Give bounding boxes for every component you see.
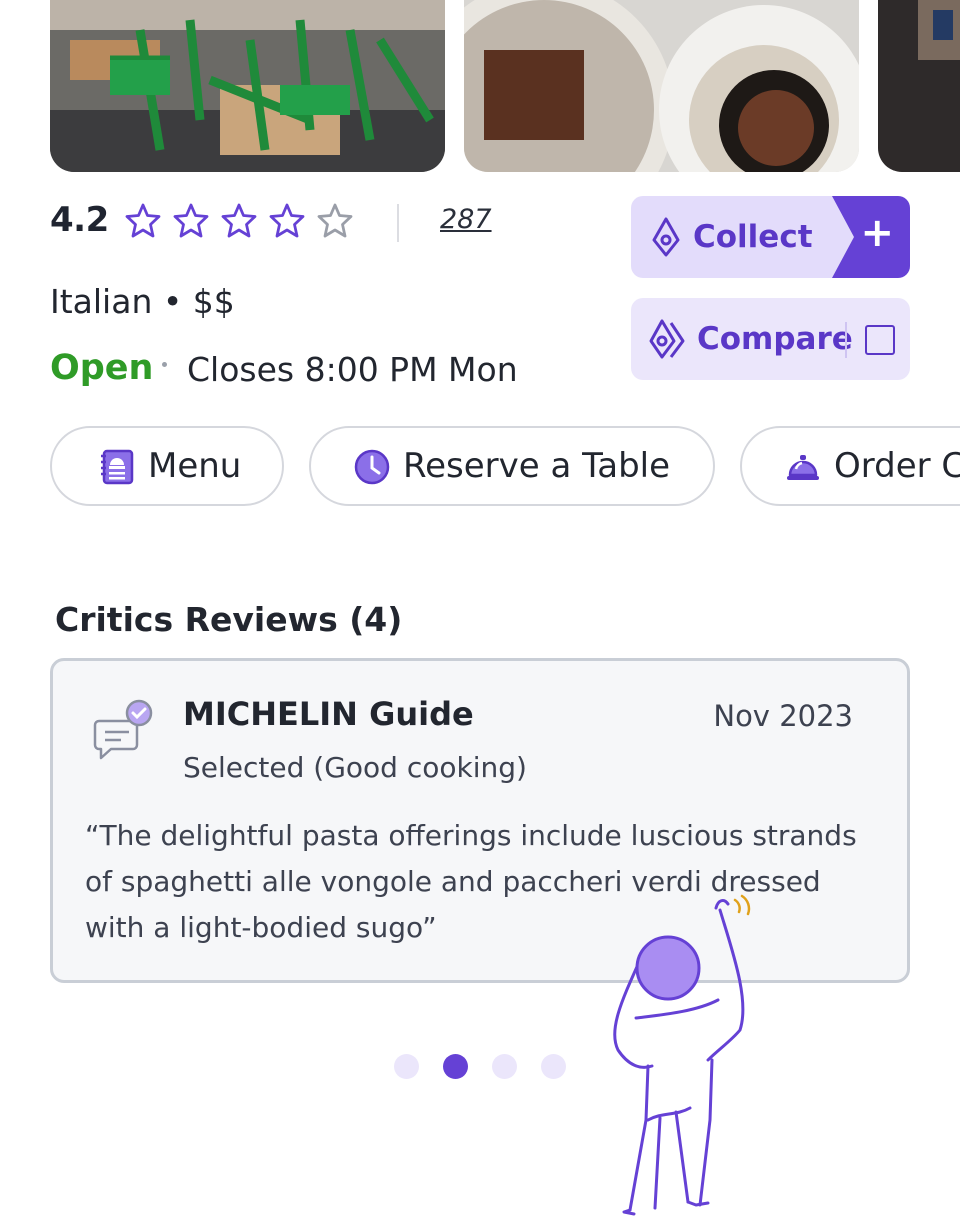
carousel-pager <box>394 1054 566 1079</box>
open-status: Open <box>50 348 154 388</box>
review-count-link[interactable]: 287 <box>440 204 492 235</box>
separator-dot <box>162 362 167 367</box>
rating-stars <box>124 202 354 240</box>
clock-icon <box>354 449 390 485</box>
compare-divider <box>845 322 847 358</box>
menu-icon <box>101 449 134 485</box>
photo-restaurant-interior[interactable] <box>50 0 445 172</box>
pill-label: Order C <box>834 446 960 486</box>
photo-dessert[interactable] <box>464 0 859 172</box>
divider <box>397 204 399 242</box>
critic-review-card[interactable]: MICHELIN Guide Nov 2023 Selected (Good c… <box>50 658 910 983</box>
photo-image <box>878 0 960 172</box>
collect-button[interactable]: Collect + <box>631 196 910 278</box>
pill-label: Menu <box>148 446 242 486</box>
menu-button[interactable]: Menu <box>50 426 284 506</box>
compare-button[interactable]: Compare <box>631 298 910 380</box>
plus-icon: + <box>860 210 894 256</box>
closing-time: Closes 8:00 PM Mon <box>187 350 518 389</box>
pager-dot-active[interactable] <box>443 1054 468 1079</box>
critic-award: Selected (Good cooking) <box>183 751 527 784</box>
star-filled-icon <box>269 203 305 238</box>
photo-image <box>50 0 445 172</box>
section-title: Critics Reviews (4) <box>55 600 403 639</box>
compare-label: Compare <box>697 321 853 357</box>
collect-label: Collect <box>693 219 813 255</box>
cuisine-price: Italian • $$ <box>50 282 235 321</box>
star-filled-icon <box>173 203 209 238</box>
photo-guests[interactable] <box>878 0 960 172</box>
star-empty-icon <box>317 203 353 238</box>
photo-image <box>464 0 859 172</box>
order-button[interactable]: Order C <box>740 426 960 506</box>
star-filled-icon <box>221 203 257 238</box>
compare-checkbox[interactable] <box>865 325 895 355</box>
critic-review-icon <box>93 699 153 760</box>
rating-value: 4.2 <box>50 200 109 240</box>
service-bell-icon <box>787 455 819 480</box>
pager-dot[interactable] <box>492 1054 517 1079</box>
waving-person-illustration <box>613 894 751 1216</box>
pager-dot[interactable] <box>394 1054 419 1079</box>
review-date: Nov 2023 <box>713 699 853 733</box>
collect-icon <box>652 217 680 257</box>
compare-icon <box>649 319 685 359</box>
pill-label: Reserve a Table <box>403 446 671 486</box>
critic-source: MICHELIN Guide <box>183 695 474 733</box>
pager-dot[interactable] <box>541 1054 566 1079</box>
star-filled-icon <box>125 203 161 238</box>
reserve-table-button[interactable]: Reserve a Table <box>309 426 715 506</box>
